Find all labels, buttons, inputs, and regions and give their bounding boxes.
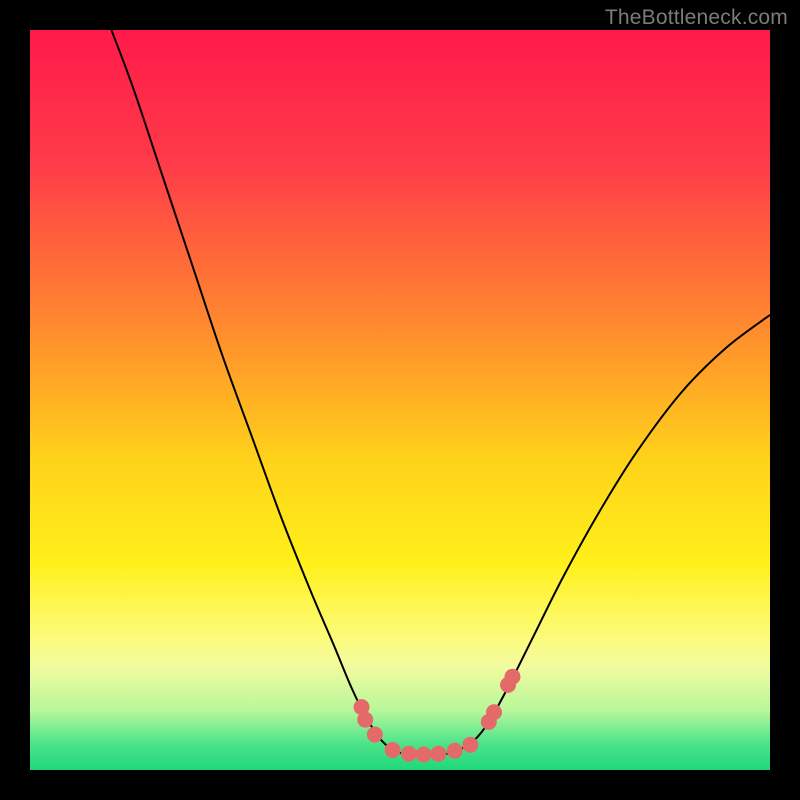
watermark-text: TheBottleneck.com xyxy=(605,6,788,30)
marker-dot xyxy=(416,746,432,762)
marker-dot xyxy=(430,746,446,762)
marker-dot xyxy=(486,704,502,720)
gradient-background xyxy=(30,30,770,770)
marker-dot xyxy=(357,712,373,728)
marker-dot xyxy=(447,743,463,759)
marker-dot xyxy=(385,742,401,758)
chart-frame: TheBottleneck.com xyxy=(0,0,800,800)
bottleneck-chart xyxy=(30,30,770,770)
marker-dot xyxy=(367,726,383,742)
marker-dot xyxy=(401,746,417,762)
marker-dot xyxy=(462,737,478,753)
plot-area xyxy=(30,30,770,770)
marker-dot xyxy=(504,669,520,685)
